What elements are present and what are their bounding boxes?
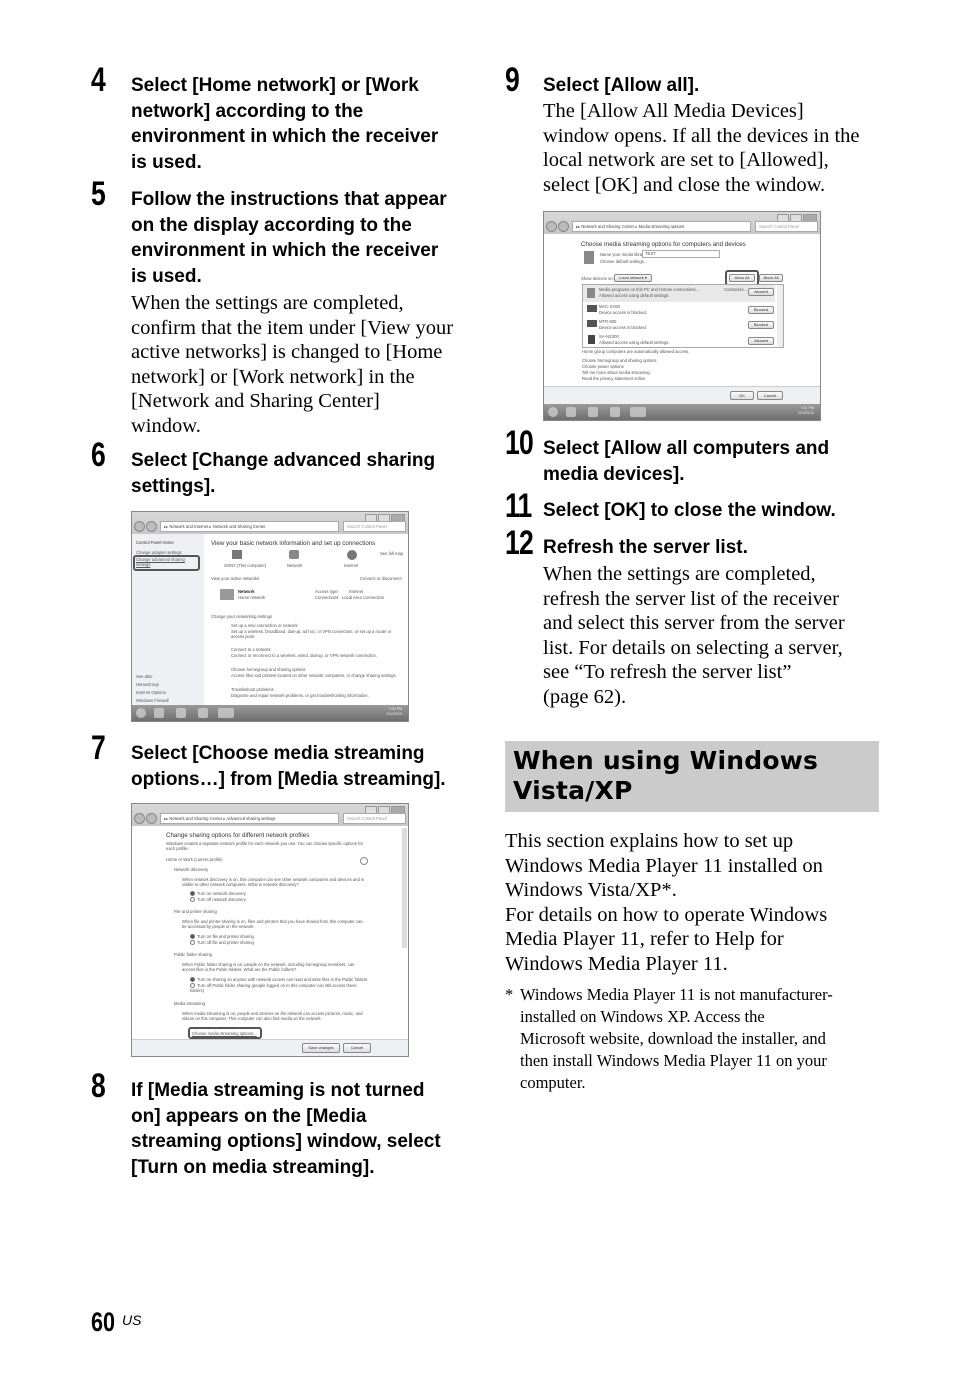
- screenshot-network-sharing-center: ▸▸ Network and Internet ▸ Network and Sh…: [131, 511, 409, 722]
- screenshot-media-streaming-options: ▸▸ Network and Sharing Center ▸ Media st…: [543, 211, 821, 421]
- step-number: 8: [91, 1067, 106, 1105]
- window-content: Change sharing options for different net…: [132, 826, 408, 1056]
- section-heading: When using Windows Vista/XP: [513, 746, 819, 805]
- device-row: MTR-505 Device access is blocked. Blocke…: [583, 317, 775, 332]
- address-row: ▸▸ Network and Sharing Center ▸ Media st…: [546, 221, 818, 232]
- device-icon: [587, 288, 595, 298]
- computer-icon: [232, 550, 242, 559]
- button-bar: Save changes Cancel: [132, 1039, 408, 1056]
- folder-icon: [588, 407, 598, 417]
- library-name-input: TEST: [642, 250, 720, 258]
- start-icon: [136, 708, 146, 718]
- media-player-icon: [610, 407, 620, 417]
- block-all-button: Block All: [759, 274, 783, 282]
- radio-button: [190, 891, 195, 897]
- step-title: Select [Allow all].: [543, 75, 700, 96]
- step-title: If [Media streaming is not turned on] ap…: [131, 1080, 441, 1179]
- search-box: Search Control Panel: [343, 813, 406, 824]
- left-pane: Control Panel Home Change adapter settin…: [132, 534, 204, 705]
- ie-icon: [566, 407, 576, 417]
- window-titlebar: ▸▸ Network and Sharing Center ▸ Advanced…: [132, 804, 408, 826]
- window-content: Choose media streaming options for compu…: [544, 234, 820, 404]
- search-box: Search Control Panel: [343, 521, 406, 532]
- step-title: Select [Choose media streaming options…]…: [131, 743, 446, 790]
- page-number: 60: [91, 1307, 116, 1337]
- footnote-marker: *: [505, 985, 514, 1004]
- step-number: 6: [91, 436, 106, 474]
- highlight-box: [133, 555, 200, 571]
- folder-icon: [176, 708, 186, 718]
- step-title: Select [Home network] or [Work network] …: [131, 75, 439, 174]
- forward-icon: [558, 221, 569, 232]
- media-player-icon: [198, 708, 208, 718]
- radio-button: [190, 934, 195, 940]
- control-panel-icon: [630, 407, 646, 417]
- radio-button: [190, 977, 195, 983]
- home-icon: [220, 589, 234, 600]
- device-icon: [588, 335, 595, 344]
- step-number: 10: [505, 424, 534, 462]
- scrollbar: [402, 828, 407, 948]
- media-library-icon: [584, 251, 594, 264]
- back-icon: [546, 221, 557, 232]
- scrollbar: [777, 285, 783, 347]
- step-body: When the settings are completed, refresh…: [543, 563, 845, 708]
- footnote: Windows Media Player 11 is not manufactu…: [520, 985, 833, 1092]
- address-row: ▸▸ Network and Sharing Center ▸ Advanced…: [134, 813, 406, 824]
- step-number: 9: [505, 61, 520, 99]
- step-title: Select [Allow all computers and media de…: [543, 438, 830, 485]
- radio-button: [190, 940, 195, 946]
- address-bar: ▸▸ Network and Sharing Center ▸ Advanced…: [160, 813, 339, 824]
- clock: 7:00 PM 1/12/2010: [386, 707, 402, 716]
- search-box: Search Control Panel: [755, 221, 818, 232]
- window-titlebar: ▸▸ Network and Internet ▸ Network and Sh…: [132, 512, 408, 534]
- radio-button: [190, 897, 195, 903]
- device-icon: [587, 320, 597, 327]
- step-number: 5: [91, 175, 106, 213]
- back-icon: [134, 521, 145, 532]
- step-body: The [Allow All Media Devices] window ope…: [543, 100, 860, 196]
- back-icon: [134, 813, 145, 824]
- globe-icon: [347, 550, 357, 560]
- taskbar: 7:00 PM 1/12/2010: [132, 705, 408, 721]
- start-icon: [548, 407, 558, 417]
- collapse-icon: [360, 857, 368, 865]
- forward-icon: [146, 813, 157, 824]
- step-number: 11: [505, 487, 532, 525]
- address-bar: ▸▸ Network and Internet ▸ Network and Sh…: [160, 521, 339, 532]
- device-list: Media programs on this PC and remote con…: [582, 284, 784, 348]
- show-devices-dropdown: Local network ▾: [614, 274, 652, 282]
- step-number: 7: [91, 729, 106, 767]
- step-title: Refresh the server list.: [543, 537, 748, 558]
- section-body: This section explains how to set up Wind…: [505, 830, 828, 975]
- network-icon: [289, 550, 299, 559]
- step-title: Select [Change advanced sharing settings…: [131, 450, 436, 497]
- highlight-box: [188, 1027, 262, 1039]
- device-icon: [587, 305, 597, 312]
- forward-icon: [146, 521, 157, 532]
- control-panel-icon: [218, 708, 234, 718]
- page-region-suffix: US: [122, 1312, 142, 1328]
- device-row: SA-NS300 Allowed access using default se…: [583, 332, 775, 347]
- step-number: 4: [91, 61, 106, 99]
- step-number: 12: [505, 524, 534, 562]
- window-titlebar: ▸▸ Network and Sharing Center ▸ Media st…: [544, 212, 820, 234]
- window-content: Control Panel Home Change adapter settin…: [132, 534, 408, 705]
- screenshot-advanced-sharing-settings: ▸▸ Network and Sharing Center ▸ Advanced…: [131, 803, 409, 1057]
- ie-icon: [154, 708, 164, 718]
- device-row: Media programs on this PC and remote con…: [583, 285, 775, 302]
- address-bar: ▸▸ Network and Sharing Center ▸ Media st…: [572, 221, 751, 232]
- clock: 7:41 PM 1/12/2010: [798, 406, 814, 415]
- button-bar: OK Cancel: [544, 386, 820, 404]
- address-row: ▸▸ Network and Internet ▸ Network and Sh…: [134, 521, 406, 532]
- step-body: When the settings are completed, confirm…: [131, 292, 454, 437]
- step-title: Follow the instructions that appear on t…: [131, 189, 447, 288]
- step-title: Select [OK] to close the window.: [543, 500, 836, 521]
- taskbar: 7:41 PM 1/12/2010: [544, 404, 820, 420]
- device-row: MAC-SV50 Device access is blocked. Block…: [583, 302, 775, 317]
- section-heading-box: When using Windows Vista/XP: [505, 741, 879, 812]
